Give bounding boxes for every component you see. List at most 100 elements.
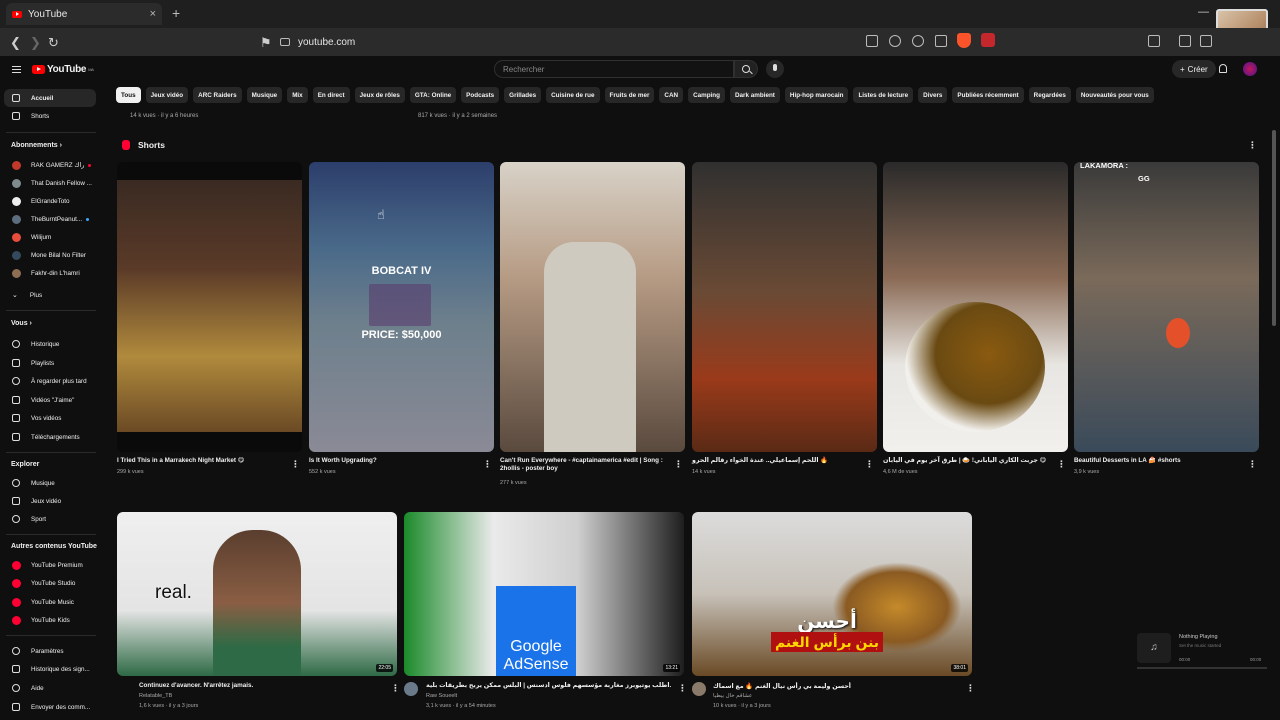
account-avatar[interactable] [1243, 62, 1257, 76]
sidebar-item-liked[interactable]: Vidéos "J'aime" [4, 391, 96, 409]
channel-name[interactable]: Relatable_TB [139, 693, 172, 699]
bookmark-icon[interactable]: ⚑ [260, 35, 272, 51]
search-icon[interactable] [734, 60, 758, 78]
more-options-icon[interactable]: ⋮ [1248, 459, 1257, 470]
chip[interactable]: Regardées [1028, 87, 1071, 103]
subscription-item[interactable]: RAK GAMERZ راك [4, 156, 96, 174]
forward-icon[interactable]: ❯ [30, 35, 41, 51]
more-options-icon[interactable]: ⋮ [1248, 140, 1257, 151]
sidebar-item-settings[interactable]: Paramètres [4, 642, 96, 660]
short-thumbnail[interactable]: LAKAMORA : GG [1074, 162, 1259, 452]
youtube-logo[interactable]: YouTube MA [32, 64, 94, 75]
back-icon[interactable]: ❮ [10, 35, 21, 51]
chip[interactable]: Jeux de rôles [354, 87, 405, 103]
sidebar-item-feedback[interactable]: Envoyer des comm... [4, 698, 96, 716]
video-thumbnail[interactable]: real. 22:05 [117, 512, 397, 676]
sidebar-item-your-videos[interactable]: Vos vidéos [4, 409, 96, 427]
sidebar-item-help[interactable]: Aide [4, 679, 96, 697]
chip[interactable]: ARC Raiders [193, 87, 242, 103]
menu-icon[interactable] [12, 66, 21, 73]
new-tab-button[interactable]: + [172, 5, 180, 21]
mini-player-progress[interactable] [1137, 667, 1267, 669]
chip[interactable]: Fruits de mer [604, 87, 655, 103]
subscriptions-heading[interactable]: Abonnements › [11, 142, 62, 149]
more-options-icon[interactable]: ⋮ [966, 683, 975, 694]
chip[interactable]: GTA: Online [409, 87, 457, 103]
subscription-item[interactable]: Wilijum [4, 228, 96, 246]
sidebar-item-playlists[interactable]: Playlists [4, 354, 96, 372]
sidebar-item-studio[interactable]: YouTube Studio [4, 574, 96, 592]
sidebar-item-gaming[interactable]: Jeux vidéo [4, 492, 96, 510]
sidebar-item-history[interactable]: Historique [4, 335, 96, 353]
you-heading[interactable]: Vous › [11, 320, 32, 327]
search-input[interactable]: Rechercher [494, 60, 734, 78]
sidebar-item-home[interactable]: Accueil [4, 89, 96, 107]
site-info-icon[interactable] [280, 38, 290, 46]
short-thumbnail[interactable] [500, 162, 685, 452]
channel-avatar[interactable] [117, 682, 131, 696]
channel-name[interactable]: Raw Soueelt [426, 693, 457, 699]
subscription-item[interactable]: Fakhr-din L'hamri [4, 264, 96, 282]
more-options-icon[interactable]: ⋮ [483, 459, 492, 470]
screenshot-icon[interactable] [1148, 35, 1160, 47]
more-options-icon[interactable]: ⋮ [865, 459, 874, 470]
subscription-item[interactable]: Mone Bilal No Filter [4, 246, 96, 264]
chip[interactable]: En direct [312, 87, 350, 103]
short-thumbnail[interactable] [883, 162, 1068, 452]
channel-avatar[interactable] [404, 682, 418, 696]
chip[interactable]: Nouveautés pour vous [1075, 87, 1154, 103]
browser-tab[interactable]: YouTube × [6, 3, 162, 25]
sidebar-item-watch-later[interactable]: À regarder plus tard [4, 372, 96, 390]
chip[interactable]: Publiées récemment [952, 87, 1024, 103]
short-title[interactable]: I Tried This in a Marrakech Night Market… [117, 457, 287, 465]
sidebar-item-report-history[interactable]: Historique des sign... [4, 660, 96, 678]
zoom-icon[interactable] [912, 35, 924, 47]
cast-icon[interactable] [866, 35, 878, 47]
short-title[interactable]: Beautiful Desserts in LA 🍰 #shorts [1074, 457, 1244, 465]
channel-avatar[interactable] [692, 682, 706, 696]
sidebar-item-music[interactable]: Musique [4, 474, 96, 492]
brave-rewards-icon[interactable] [981, 33, 995, 47]
video-title[interactable]: أحسن وليمة بي رأس نيال الغنم 🔥 مع اسماك [713, 682, 963, 690]
sidebar-toggle-icon[interactable] [1179, 35, 1191, 47]
chip[interactable]: Jeux vidéo [145, 87, 189, 103]
reload-icon[interactable]: ↻ [48, 35, 59, 51]
more-options-icon[interactable]: ⋮ [678, 683, 687, 694]
short-title[interactable]: Is It Worth Upgrading? [309, 457, 479, 465]
video-title[interactable]: أنا وصلوني...أطلب يوتيوبرز مغاربة مؤسسهم… [426, 682, 671, 689]
chip[interactable]: Cuisine de rue [546, 87, 600, 103]
chip-all[interactable]: Tous [116, 87, 141, 103]
video-title[interactable]: Continuez d'avancer. N'arrêtez jamais. [139, 682, 389, 689]
chip[interactable]: Musique [246, 87, 283, 103]
chip[interactable]: Mix [287, 87, 308, 103]
chip[interactable]: Listes de lecture [853, 87, 914, 103]
short-thumbnail[interactable]: BOBCAT IV PRICE: $50,000 ☝ [309, 162, 494, 452]
video-thumbnail[interactable]: أحسن بنن برأس الغنم 38:01 [692, 512, 972, 676]
short-thumbnail[interactable] [692, 162, 877, 452]
chip[interactable]: CAN [659, 87, 684, 103]
sidebar-item-sport[interactable]: Sport [4, 510, 96, 528]
tab-close-icon[interactable]: × [150, 8, 156, 20]
chip[interactable]: Dark ambient [730, 87, 780, 103]
share-icon[interactable] [935, 35, 947, 47]
more-options-icon[interactable]: ⋮ [391, 683, 400, 694]
subscription-item[interactable]: That Danish Fellow ... [4, 174, 96, 192]
chip[interactable]: Camping [688, 87, 725, 103]
short-title[interactable]: Can't Run Everywhere - #captainamerica #… [500, 457, 675, 473]
scrollbar-thumb[interactable] [1272, 130, 1276, 326]
more-options-icon[interactable]: ⋮ [291, 459, 300, 470]
channel-name[interactable]: عشاقم خال بيطيا [713, 693, 752, 699]
translate-icon[interactable] [889, 35, 901, 47]
sidebar-item-shorts[interactable]: Shorts [4, 107, 96, 125]
music-mini-player[interactable]: ♫ Nothing Playing Set the music started … [1137, 629, 1267, 669]
create-button[interactable]: + Créer [1172, 60, 1216, 78]
wallet-icon[interactable] [1200, 35, 1212, 47]
subscription-item[interactable]: ElGrandeToto [4, 192, 96, 210]
microphone-icon[interactable] [766, 60, 784, 78]
more-options-icon[interactable]: ⋮ [1057, 459, 1066, 470]
sidebar-item-kids[interactable]: YouTube Kids [4, 611, 96, 629]
short-title[interactable]: جربت الكاري الياباني! 🍛 | طرق آخر يوم في… [883, 457, 1053, 465]
chip[interactable]: Divers [918, 87, 948, 103]
subscription-item[interactable]: TheBurntPeanut... [4, 210, 96, 228]
video-thumbnail[interactable]: Google AdSense 13:21 [404, 512, 684, 676]
